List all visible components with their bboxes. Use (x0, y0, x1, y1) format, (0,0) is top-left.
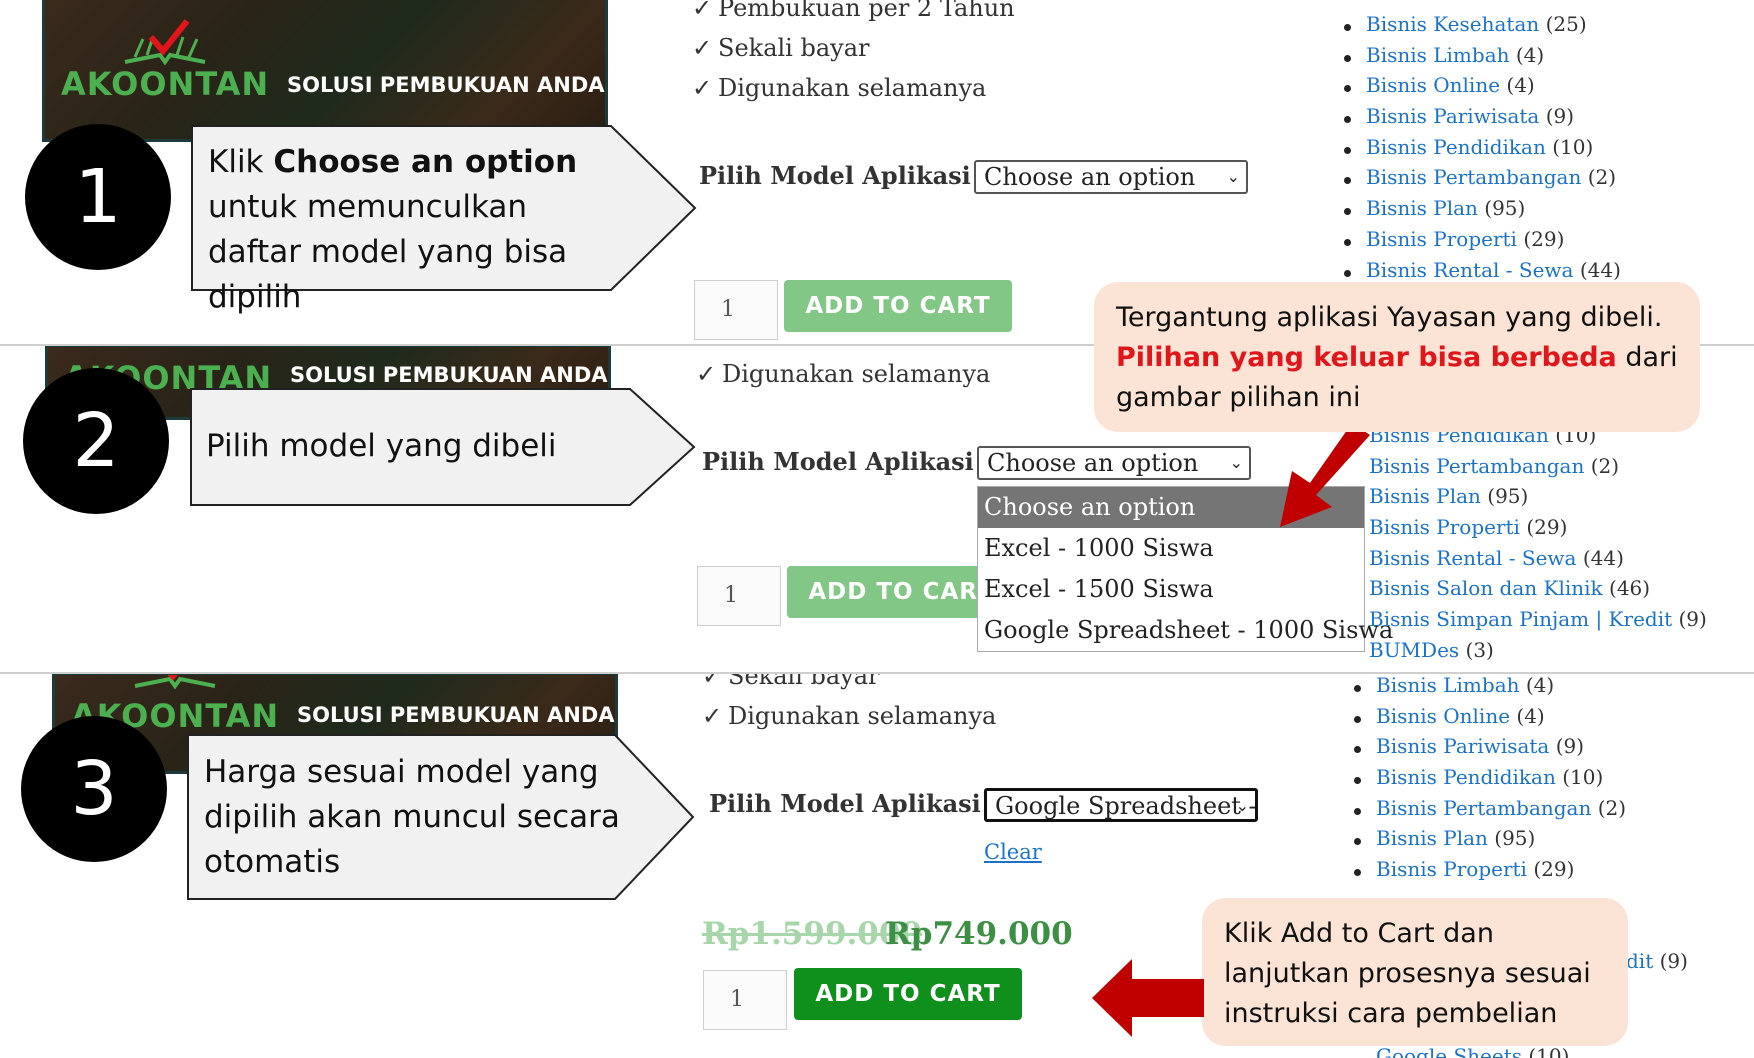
brand-tagline: SOLUSI PEMBUKUAN ANDA (290, 363, 608, 387)
quantity-input[interactable]: 1 (703, 970, 787, 1030)
list-item[interactable]: Bisnis Plan (95) (1344, 196, 1621, 227)
pointer-arrow-icon (1280, 423, 1370, 527)
feature-item: ✓ Pembukuan per 2 Tahun (692, 0, 1015, 22)
list-item[interactable]: Bisnis Online (4) (1354, 704, 1626, 735)
list-item[interactable]: Bisnis Rental - Sewa (44) (1369, 546, 1707, 577)
list-item[interactable]: Bisnis Plan (95) (1369, 484, 1707, 515)
list-item[interactable]: Bisnis Pertambangan (2) (1344, 165, 1621, 196)
list-item[interactable]: Bisnis Limbah (4) (1354, 674, 1626, 704)
list-item[interactable]: BUMDes (3) (1369, 638, 1707, 669)
quantity-input[interactable]: 1 (694, 280, 778, 340)
list-item[interactable]: Bisnis Salon dan Klinik (46) (1369, 576, 1707, 607)
feature-item: ✓ Digunakan selamanya (702, 702, 997, 730)
list-item[interactable]: Bisnis Kesehatan (25) (1344, 12, 1621, 43)
brand-banner: AKOONTAN SOLUSI PEMBUKUAN ANDA (42, 0, 608, 142)
list-item[interactable]: Bisnis Pariwisata (9) (1344, 104, 1621, 135)
model-field-label: Pilih Model Aplikasi (709, 789, 981, 818)
callout-text-step-1: Klik Choose an option untuk memunculkan … (208, 144, 578, 315)
list-item[interactable]: Bisnis Pendidikan (10) (1354, 765, 1626, 796)
check-icon: ✓ (696, 360, 717, 388)
check-icon: ✓ (692, 34, 713, 62)
model-field-label: Pilih Model Aplikasi (702, 447, 974, 476)
logo-book-check-icon (134, 675, 216, 690)
add-to-cart-button[interactable]: ADD TO CART (794, 968, 1022, 1020)
list-item[interactable]: Bisnis Properti (29) (1354, 857, 1626, 888)
pointer-left-arrow-icon (1092, 959, 1204, 1037)
brand-tagline: SOLUSI PEMBUKUAN ANDA (287, 73, 605, 97)
chevron-down-icon: ⌄ (1226, 167, 1240, 186)
list-item-partial[interactable]: Google Sheets (10) (1376, 1044, 1569, 1058)
list-item[interactable]: Bisnis Pariwisata (9) (1354, 734, 1626, 765)
list-item[interactable]: Bisnis Online (4) (1344, 73, 1621, 104)
step-number-3: 3 (21, 716, 167, 862)
info-note-add-to-cart: Klik Add to Cart dan lanjutkan prosesnya… (1202, 898, 1628, 1046)
list-item[interactable]: Bisnis Simpan Pinjam | Kredit (9) (1369, 607, 1707, 638)
check-icon: ✓ (702, 674, 723, 690)
feature-item: ✓ Digunakan selamanya (696, 360, 991, 388)
brand-tagline: SOLUSI PEMBUKUAN ANDA (297, 703, 615, 727)
logo-book-check-icon (124, 19, 206, 66)
check-icon: ✓ (702, 702, 723, 730)
chevron-down-icon: ⌄ (1229, 453, 1243, 472)
dropdown-option[interactable]: Excel - 1500 Siswa (978, 569, 1364, 610)
feature-item: ✓ Sekali bayar (702, 674, 880, 690)
quantity-input[interactable]: 1 (697, 566, 781, 626)
panel-step-3: AKOONTAN SOLUSI PEMBUKUAN ANDA ✓ Sekali b… (0, 674, 1754, 1058)
info-note-options: Tergantung aplikasi Yayasan yang dibeli.… (1094, 282, 1700, 432)
step-number-1: 1 (25, 124, 171, 270)
add-to-cart-button[interactable]: ADD TO CART (784, 280, 1012, 332)
list-item[interactable]: Bisnis Properti (29) (1344, 227, 1621, 258)
list-item[interactable]: Bisnis Pendidikan (10) (1344, 135, 1621, 166)
list-item[interactable]: Bisnis Limbah (4) (1344, 43, 1621, 74)
category-list: Bisnis Pendidikan (10) Bisnis Pertambang… (1369, 423, 1707, 669)
list-item[interactable]: Bisnis Plan (95) (1354, 826, 1626, 857)
list-item[interactable]: Bisnis Pertambangan (2) (1369, 454, 1707, 485)
price-discounted: Rp749.000 (885, 916, 1073, 952)
list-item[interactable]: Bisnis Pertambangan (2) (1354, 796, 1626, 827)
callout-text-step-3: Harga sesuai model yang dipilih akan mun… (204, 754, 620, 880)
check-icon: ✓ (692, 0, 713, 22)
model-field-label: Pilih Model Aplikasi (699, 161, 971, 190)
model-select[interactable]: Choose an option ⌄ (974, 160, 1248, 194)
check-icon: ✓ (692, 74, 713, 102)
callout-text-step-2: Pilih model yang dibeli (206, 428, 557, 464)
category-list: Bisnis Limbah (4) Bisnis Online (4) Bisn… (1354, 674, 1626, 888)
category-list: Bisnis Kesehatan (25) Bisnis Limbah (4) … (1344, 12, 1621, 288)
brand-logo-text: AKOONTAN (61, 65, 270, 103)
dropdown-option[interactable]: Excel - 1000 Siswa (978, 528, 1364, 569)
dropdown-option[interactable]: Google Spreadsheet - 1000 Siswa (978, 610, 1393, 651)
feature-item: ✓ Sekali bayar (692, 34, 870, 62)
clear-link[interactable]: Clear (984, 840, 1042, 864)
model-select[interactable]: Google Spreadsheet - ⌄ (984, 788, 1258, 822)
chevron-down-icon: ⌄ (1235, 796, 1249, 815)
step-number-2: 2 (23, 368, 169, 514)
list-item[interactable]: Bisnis Properti (29) (1369, 515, 1707, 546)
model-select[interactable]: Choose an option ⌄ (977, 446, 1251, 480)
list-item-partial[interactable]: dit (9) (1626, 949, 1688, 973)
feature-item: ✓ Digunakan selamanya (692, 74, 987, 102)
